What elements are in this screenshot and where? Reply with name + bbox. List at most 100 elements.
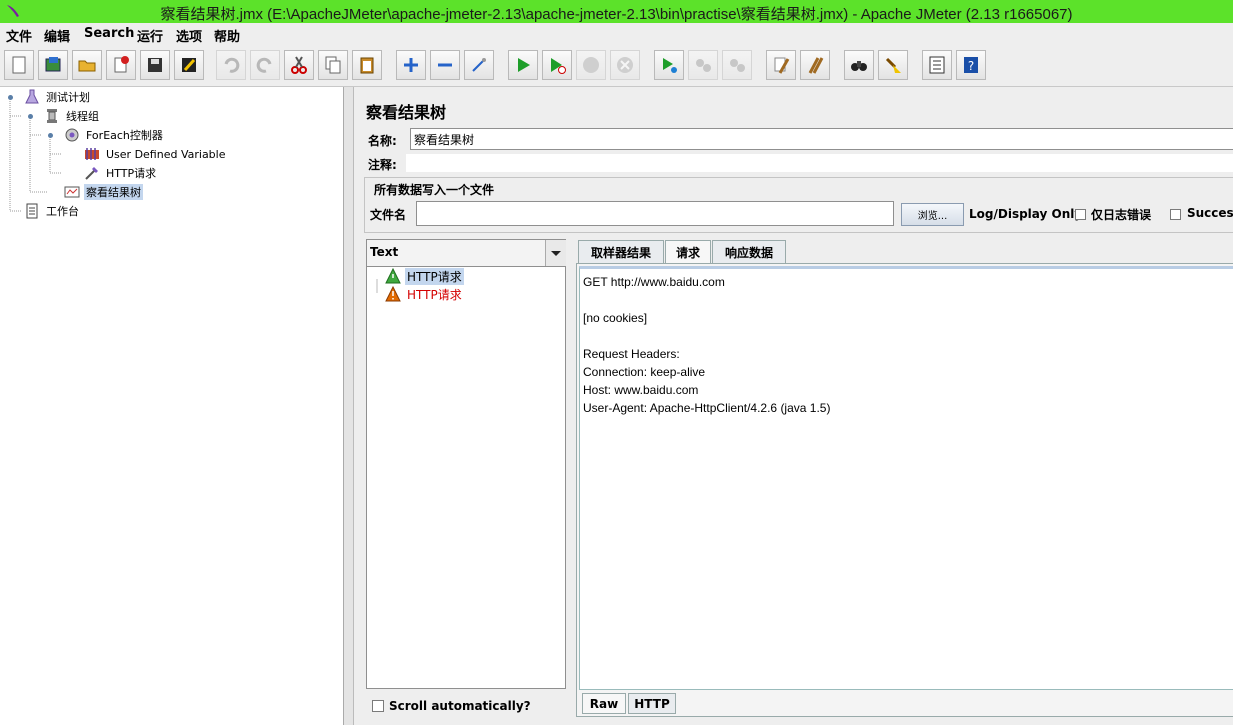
errors-only-checkbox[interactable]: [1075, 209, 1086, 220]
close-button[interactable]: [106, 50, 136, 80]
success-triangle-icon: [385, 268, 401, 284]
name-label: 名称:: [368, 134, 397, 148]
templates-button[interactable]: [38, 50, 68, 80]
tab-sampler-result[interactable]: 取样器结果: [578, 240, 664, 263]
menu-options[interactable]: 选项: [176, 26, 202, 45]
name-input[interactable]: [410, 128, 1233, 150]
binoculars-icon: [851, 61, 867, 71]
new-button[interactable]: [4, 50, 34, 80]
clear-button[interactable]: [766, 50, 796, 80]
toggle-wand-icon: [472, 58, 486, 72]
scissors-icon: [291, 56, 307, 74]
toggle-button[interactable]: [464, 50, 494, 80]
menu-run[interactable]: 运行: [137, 26, 163, 45]
tab-request[interactable]: 请求: [665, 240, 711, 263]
svg-text:?: ?: [968, 59, 974, 73]
open-button[interactable]: [72, 50, 102, 80]
start-button[interactable]: [508, 50, 538, 80]
start-no-pauses-button[interactable]: [542, 50, 572, 80]
expand-button[interactable]: [396, 50, 426, 80]
request-text-area[interactable]: GET http://www.baidu.com [no cookies] Re…: [579, 266, 1233, 690]
comment-label: 注释:: [368, 158, 397, 172]
browse-button[interactable]: 浏览...: [901, 203, 964, 226]
request-line-blank: [583, 291, 1233, 309]
save-as-button[interactable]: [174, 50, 204, 80]
menu-help[interactable]: 帮助: [214, 26, 240, 45]
flask-icon: [25, 89, 39, 104]
request-line: User-Agent: Apache-HttpClient/4.2.6 (jav…: [583, 401, 831, 415]
sample-result-item[interactable]: HTTP请求: [385, 267, 464, 285]
search-button[interactable]: [844, 50, 874, 80]
menu-search[interactable]: Search: [84, 26, 134, 41]
help-book-icon: ?: [964, 57, 978, 73]
view-results-tree-panel: 察看结果树 名称: 注释: 所有数据写入一个文件 文件名 浏览... Log/D…: [354, 87, 1233, 725]
tree-node-foreach-controller[interactable]: ForEach控制器: [64, 126, 165, 144]
remote-shutdown-button[interactable]: [722, 50, 752, 80]
tree-node-label: 测试计划: [46, 91, 90, 104]
renderer-dropdown-arrow[interactable]: [545, 240, 566, 266]
request-line: GET http://www.baidu.com: [583, 275, 725, 289]
sample-result-item[interactable]: HTTP请求: [385, 285, 464, 303]
tree-expand-handle[interactable]: [47, 132, 54, 139]
tree-node-workbench[interactable]: 工作台: [24, 202, 81, 220]
tree-expand-handle[interactable]: [7, 94, 14, 101]
listener-monitor-icon: [64, 186, 80, 198]
tree-node-test-plan[interactable]: 测试计划: [24, 88, 92, 106]
save-disk-icon: [148, 58, 162, 72]
controller-gear-icon: [65, 128, 79, 142]
cut-button[interactable]: [284, 50, 314, 80]
remote-play-icon: [663, 58, 677, 73]
tree-node-label: User Defined Variable: [106, 147, 226, 161]
play-icon: [518, 58, 530, 72]
request-line: Request Headers:: [583, 347, 680, 361]
clear-all-button[interactable]: [800, 50, 830, 80]
list-icon: [929, 56, 945, 74]
scroll-automatically-checkbox[interactable]: [372, 700, 384, 712]
config-element-icon: [85, 148, 99, 160]
copy-button[interactable]: [318, 50, 348, 80]
save-button[interactable]: [140, 50, 170, 80]
tree-node-label: HTTP请求: [106, 167, 157, 180]
tree-node-label: 工作台: [46, 205, 79, 218]
reset-search-button[interactable]: [878, 50, 908, 80]
pane-splitter[interactable]: [344, 87, 354, 725]
paste-button[interactable]: [352, 50, 382, 80]
title-bar: 察看结果树.jmx (E:\ApacheJMeter\apache-jmeter…: [0, 0, 1233, 23]
undo-button[interactable]: [216, 50, 246, 80]
new-document-icon: [12, 56, 26, 74]
comment-input[interactable]: [406, 154, 1233, 172]
edit-pencil-icon: [182, 58, 196, 72]
menu-edit[interactable]: 编辑: [44, 26, 70, 45]
function-helper-button[interactable]: [922, 50, 952, 80]
renderer-select[interactable]: Text: [366, 239, 566, 267]
warning-triangle-icon: [385, 286, 401, 302]
help-button[interactable]: ?: [956, 50, 986, 80]
successes-checkbox[interactable]: [1170, 209, 1181, 220]
successes-label: Successes: [1187, 206, 1233, 220]
shutdown-button[interactable]: [610, 50, 640, 80]
scroll-automatically-label: Scroll automatically?: [389, 699, 531, 713]
filename-input[interactable]: [416, 201, 894, 226]
tab-raw[interactable]: Raw: [582, 693, 626, 714]
remote-start-button[interactable]: [654, 50, 684, 80]
tree-node-thread-group[interactable]: 线程组: [44, 107, 101, 125]
spool-icon: [47, 109, 57, 123]
tab-http[interactable]: HTTP: [628, 693, 676, 714]
shutdown-icon: [617, 57, 633, 73]
menu-file[interactable]: 文件: [6, 26, 32, 45]
plus-icon: [404, 58, 418, 72]
tree-node-view-results-tree[interactable]: 察看结果树: [64, 183, 143, 201]
renderer-selected-value: Text: [370, 245, 399, 259]
tree-node-http-request[interactable]: HTTP请求: [84, 164, 158, 182]
tab-response-data[interactable]: 响应数据: [712, 240, 786, 263]
filename-label: 文件名: [370, 208, 407, 222]
tree-node-user-defined-variables[interactable]: User Defined Variable: [84, 145, 228, 163]
remote-shutdown-icon: [730, 59, 745, 72]
tree-expand-handle[interactable]: [27, 113, 34, 120]
panel-title: 察看结果树: [366, 103, 447, 122]
remote-stop-button[interactable]: [688, 50, 718, 80]
stop-button[interactable]: [576, 50, 606, 80]
file-group-title: 所有数据写入一个文件: [372, 181, 497, 198]
collapse-button[interactable]: [430, 50, 460, 80]
redo-button[interactable]: [250, 50, 280, 80]
